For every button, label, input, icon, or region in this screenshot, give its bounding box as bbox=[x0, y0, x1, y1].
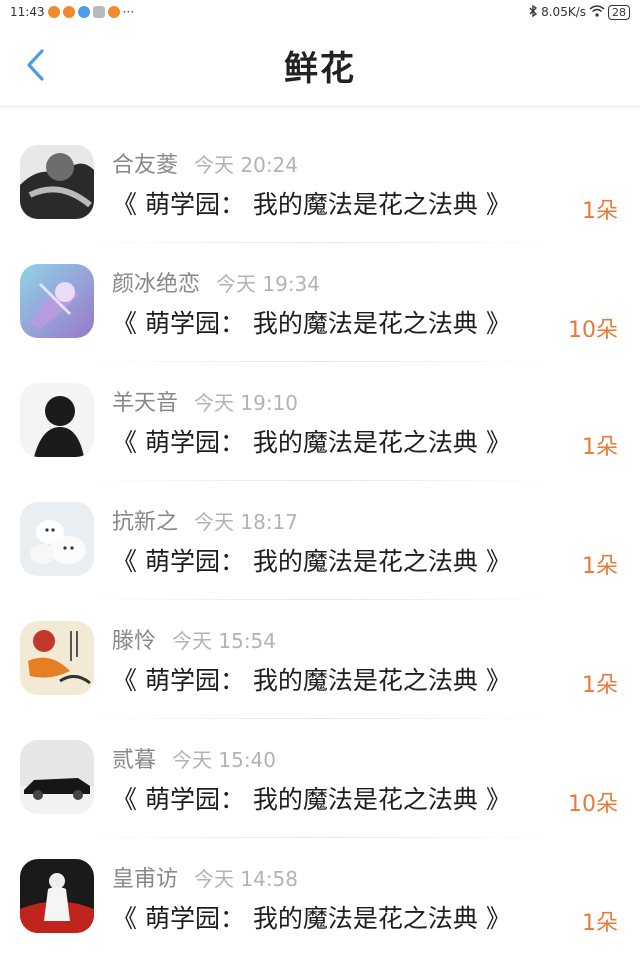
list-item[interactable]: 滕怜 今天 15:54 《 萌学园： 我的魔法是花之法典 》 1朵 bbox=[0, 599, 640, 718]
avatar[interactable] bbox=[20, 264, 94, 338]
wifi-icon bbox=[589, 4, 605, 20]
status-right: 8.05K/s 28 bbox=[528, 4, 630, 20]
item-meta: 羊天音 今天 19:10 bbox=[112, 385, 298, 417]
flower-count: 10朵 bbox=[568, 318, 618, 343]
divider bbox=[80, 718, 560, 719]
item-meta: 抗新之 今天 18:17 bbox=[112, 504, 298, 536]
back-button[interactable] bbox=[20, 45, 50, 85]
header: 鲜花 bbox=[0, 24, 640, 107]
notification-icon bbox=[107, 6, 120, 18]
network-speed: 8.05K/s bbox=[541, 5, 586, 19]
status-left: 11:43 ··· bbox=[10, 5, 134, 19]
book-title[interactable]: 《 萌学园： 我的魔法是花之法典 》 bbox=[112, 423, 511, 459]
notification-icon bbox=[47, 6, 60, 18]
user-name[interactable]: 颜冰绝恋 bbox=[112, 266, 200, 298]
notification-icon bbox=[62, 6, 75, 18]
timestamp: 今天 14:58 bbox=[194, 867, 299, 891]
avatar[interactable] bbox=[20, 383, 94, 457]
user-name[interactable]: 滕怜 bbox=[112, 623, 156, 655]
book-title[interactable]: 《 萌学园： 我的魔法是花之法典 》 bbox=[112, 542, 511, 578]
timestamp: 今天 20:24 bbox=[194, 153, 299, 177]
user-name[interactable]: 羊天音 bbox=[112, 385, 178, 417]
list-item[interactable]: 颜冰绝恋 今天 19:34 《 萌学园： 我的魔法是花之法典 》 10朵 bbox=[0, 242, 640, 361]
list-item[interactable]: 合友菱 今天 20:24 《 萌学园： 我的魔法是花之法典 》 1朵 bbox=[0, 123, 640, 242]
bluetooth-icon bbox=[528, 4, 538, 20]
battery-icon: 28 bbox=[608, 4, 630, 20]
item-meta: 合友菱 今天 20:24 bbox=[112, 147, 298, 179]
page-title: 鲜花 bbox=[284, 48, 356, 89]
avatar[interactable] bbox=[20, 502, 94, 576]
user-name[interactable]: 皇甫访 bbox=[112, 861, 178, 893]
divider bbox=[80, 480, 560, 481]
timestamp: 今天 19:34 bbox=[216, 272, 321, 296]
chevron-left-icon bbox=[27, 49, 44, 81]
status-time: 11:43 bbox=[10, 5, 45, 19]
flower-list: 合友菱 今天 20:24 《 萌学园： 我的魔法是花之法典 》 1朵 颜冰绝恋 … bbox=[0, 107, 640, 956]
flower-count: 1朵 bbox=[582, 554, 618, 579]
divider bbox=[80, 599, 560, 600]
flower-count: 10朵 bbox=[568, 792, 618, 817]
flower-count: 1朵 bbox=[582, 911, 618, 936]
user-name[interactable]: 贰暮 bbox=[112, 742, 156, 774]
book-title[interactable]: 《 萌学园： 我的魔法是花之法典 》 bbox=[112, 899, 511, 935]
user-name[interactable]: 合友菱 bbox=[112, 147, 178, 179]
list-item[interactable]: 贰暮 今天 15:40 《 萌学园： 我的魔法是花之法典 》 10朵 bbox=[0, 718, 640, 837]
timestamp: 今天 19:10 bbox=[194, 391, 299, 415]
item-meta: 贰暮 今天 15:40 bbox=[112, 742, 276, 774]
status-bar: 11:43 ··· 8.05K/s 28 bbox=[0, 0, 640, 24]
book-title[interactable]: 《 萌学园： 我的魔法是花之法典 》 bbox=[112, 780, 511, 816]
item-meta: 皇甫访 今天 14:58 bbox=[112, 861, 298, 893]
book-title[interactable]: 《 萌学园： 我的魔法是花之法典 》 bbox=[112, 661, 511, 697]
list-item[interactable]: 皇甫访 今天 14:58 《 萌学园： 我的魔法是花之法典 》 1朵 bbox=[0, 837, 640, 956]
divider bbox=[80, 361, 560, 362]
cloud-icon bbox=[77, 6, 90, 18]
avatar[interactable] bbox=[20, 859, 94, 933]
item-meta: 滕怜 今天 15:54 bbox=[112, 623, 276, 655]
avatar[interactable] bbox=[20, 740, 94, 814]
timestamp: 今天 15:40 bbox=[172, 748, 277, 772]
divider bbox=[80, 242, 560, 243]
avatar[interactable] bbox=[20, 145, 94, 219]
book-title[interactable]: 《 萌学园： 我的魔法是花之法典 》 bbox=[112, 185, 511, 221]
flower-count: 1朵 bbox=[582, 673, 618, 698]
list-item[interactable]: 抗新之 今天 18:17 《 萌学园： 我的魔法是花之法典 》 1朵 bbox=[0, 480, 640, 599]
flower-count: 1朵 bbox=[582, 435, 618, 460]
timestamp: 今天 15:54 bbox=[172, 629, 277, 653]
divider bbox=[80, 837, 560, 838]
flower-count: 1朵 bbox=[582, 199, 618, 224]
book-title[interactable]: 《 萌学园： 我的魔法是花之法典 》 bbox=[112, 304, 511, 340]
avatar[interactable] bbox=[20, 621, 94, 695]
timestamp: 今天 18:17 bbox=[194, 510, 299, 534]
more-notifications-icon: ··· bbox=[122, 5, 135, 19]
user-name[interactable]: 抗新之 bbox=[112, 504, 178, 536]
item-meta: 颜冰绝恋 今天 19:34 bbox=[112, 266, 320, 298]
list-item[interactable]: 羊天音 今天 19:10 《 萌学园： 我的魔法是花之法典 》 1朵 bbox=[0, 361, 640, 480]
app-icon bbox=[92, 6, 105, 18]
